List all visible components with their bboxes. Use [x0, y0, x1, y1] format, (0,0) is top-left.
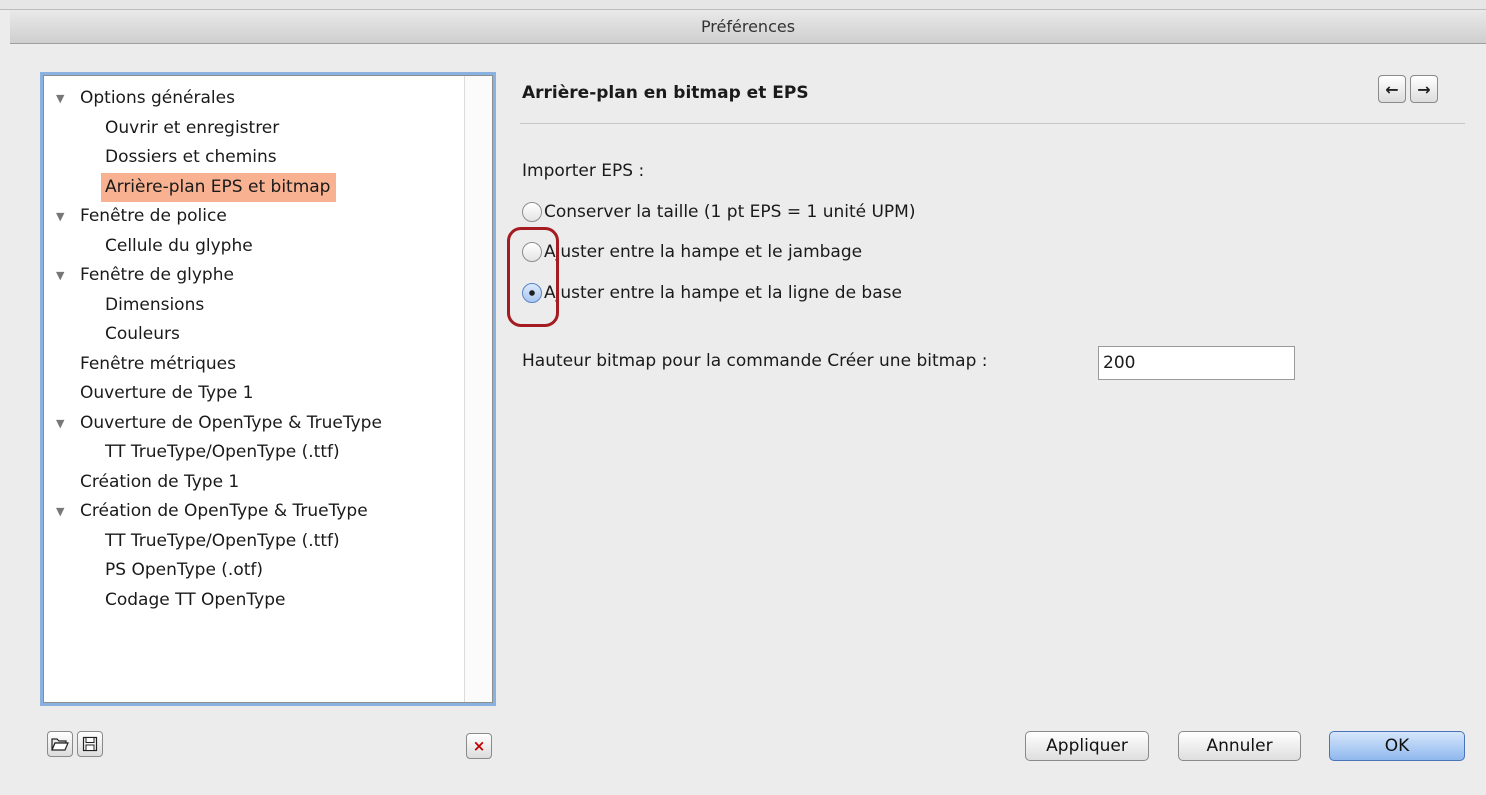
window-title: Préférences [700, 17, 796, 36]
bitmap-height-input[interactable] [1098, 346, 1295, 380]
tree-item[interactable]: Dossiers et chemins [44, 143, 464, 173]
tree-item[interactable]: ▼ Fenêtre de police [44, 202, 464, 232]
tree-item[interactable]: ▼ Fenêtre de glyphe [44, 261, 464, 291]
preferences-tree: ▼ Options générales Ouvrir et enregistrer D… [43, 75, 493, 703]
tree-item-label: PS OpenType (.otf) [105, 560, 264, 580]
delete-button[interactable]: × [466, 733, 492, 759]
radio-label: Conserver la taille (1 pt EPS = 1 unité … [544, 202, 916, 222]
disclosure-triangle-icon[interactable]: ▼ [56, 409, 64, 439]
disclosure-triangle-icon[interactable]: ▼ [56, 84, 64, 114]
tree-item[interactable]: Ouvrir et enregistrer [44, 114, 464, 144]
apply-button[interactable]: Appliquer [1025, 731, 1149, 761]
tree-item-label: Couleurs [105, 324, 180, 344]
tree-item[interactable]: Création de Type 1 [44, 468, 464, 498]
window-titlebar: Préférences [10, 10, 1486, 44]
tree-item-label: TT TrueType/OpenType (.ttf) [105, 530, 340, 551]
tree-item[interactable]: Dimensions [44, 291, 464, 321]
tree-item[interactable]: TT TrueType/OpenType (.ttf) [44, 527, 464, 557]
tree-item-label: TT TrueType/OpenType (.ttf) [105, 442, 340, 462]
ok-button[interactable]: OK [1329, 731, 1465, 761]
tree-item-label: Options générales [80, 88, 235, 108]
bitmap-height-label: Hauteur bitmap pour la commande Créer un… [522, 351, 988, 371]
previous-page-button[interactable]: ← [1378, 75, 1406, 103]
tree-item-label: Ouverture de OpenType & TrueType [80, 412, 382, 433]
disclosure-triangle-icon[interactable]: ▼ [56, 261, 64, 291]
close-icon: × [472, 737, 486, 755]
dialog-content: ▼ Options générales Ouvrir et enregistrer D… [10, 45, 1486, 795]
tree-item-label: Codage TT OpenType [105, 589, 286, 610]
radio-button[interactable] [522, 202, 542, 222]
tree-item-label: Fenêtre métriques [80, 353, 236, 374]
arrow-right-icon: → [1417, 79, 1431, 99]
tree-item[interactable]: Ouverture de Type 1 [44, 379, 464, 409]
tree-item-label: Création de Type 1 [80, 471, 240, 492]
tree-item[interactable]: Cellule du glyphe [44, 232, 464, 262]
tree-item[interactable]: TT TrueType/OpenType (.ttf) [44, 438, 464, 468]
radio-label: Ajuster entre la hampe et le jambage [544, 242, 863, 262]
tree-item-label: Cellule du glyphe [105, 235, 253, 256]
arrow-left-icon: ← [1385, 79, 1399, 99]
save-settings-button[interactable] [77, 731, 103, 757]
tree-item-label: Ouvrir et enregistrer [105, 117, 280, 138]
tree-item[interactable]: ▼ Options générales [44, 84, 464, 114]
tree-item-label: Ouverture de Type 1 [80, 383, 254, 403]
tree-item-label: Fenêtre de police [80, 206, 227, 226]
tree-item[interactable]: Codage TT OpenType [44, 586, 464, 616]
tree-item-label: Création de OpenType & TrueType [80, 501, 368, 521]
radio-label: Ajuster entre la hampe et la ligne de ba… [544, 283, 902, 303]
open-folder-icon [51, 738, 69, 751]
tree-item[interactable]: Couleurs [44, 320, 464, 350]
tree-item-label: Arrière-plan EPS et bitmap [101, 172, 337, 202]
tree-item[interactable]: Arrière-plan EPS et bitmap [44, 172, 464, 202]
save-disk-icon [82, 736, 98, 752]
preferences-window: Préférences ▼ Options générales Ouvrir et … [0, 0, 1486, 795]
tree-item-label: Fenêtre de glyphe [80, 265, 234, 285]
tree-item-label: Dimensions [105, 294, 205, 315]
section-title: Arrière-plan en bitmap et EPS [522, 83, 809, 103]
tree-item[interactable]: PS OpenType (.otf) [44, 556, 464, 586]
tree-item[interactable]: Fenêtre métriques [44, 350, 464, 380]
import-eps-label: Importer EPS : [522, 161, 645, 181]
disclosure-triangle-icon[interactable]: ▼ [56, 497, 64, 527]
background-strip [0, 0, 1486, 10]
tree-list: ▼ Options générales Ouvrir et enregistrer D… [44, 84, 464, 615]
tree-item[interactable]: ▼ Création de OpenType & TrueType [44, 497, 464, 527]
tree-item[interactable]: ▼ Ouverture de OpenType & TrueType [44, 409, 464, 439]
disclosure-triangle-icon[interactable]: ▼ [56, 202, 64, 232]
cancel-button[interactable]: Annuler [1178, 731, 1301, 761]
tree-scrollbar[interactable] [464, 76, 492, 702]
section-divider [520, 123, 1465, 124]
tree-item-label: Dossiers et chemins [105, 147, 277, 167]
annotation-highlight [507, 227, 559, 327]
next-page-button[interactable]: → [1410, 75, 1438, 103]
open-settings-button[interactable] [47, 731, 73, 757]
